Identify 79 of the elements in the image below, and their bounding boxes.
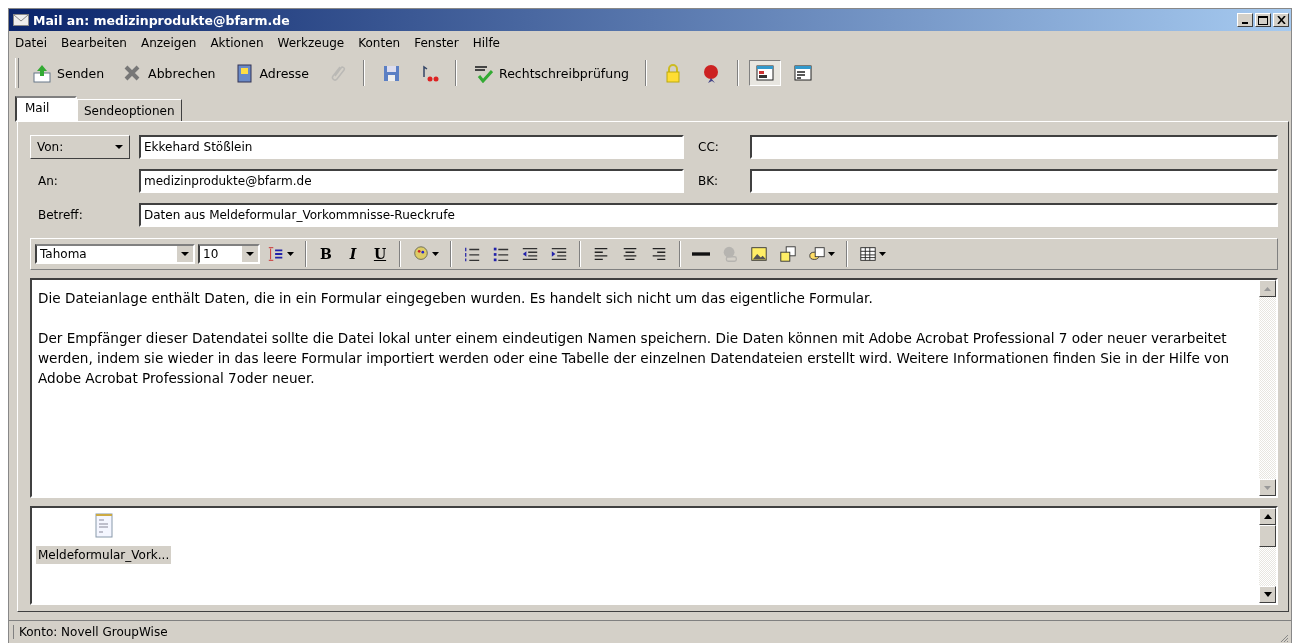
status-text: Konto: Novell GroupWise [13, 625, 168, 639]
tab[interactable]: Mail [15, 96, 77, 122]
input-field[interactable]: Daten aus Meldeformular_Vorkommnisse-Rueckrufe [139, 203, 1278, 227]
input-field[interactable] [750, 135, 1278, 159]
scroll-up-icon [1264, 286, 1271, 291]
table-icon [859, 245, 877, 263]
align-center-icon [621, 245, 639, 263]
close-icon [1276, 16, 1286, 24]
padlock-icon [663, 63, 683, 83]
body-paragraph: Der Empfänger dieser Datendatei sollte die Datei lokal unter einem eindeutigen Namen speichern. Die Daten können mit Adobe Acrobat Professional 7 oder neuer verarbeitet werden, indem sie wieder in das leere Formular importiert werden oder eine Tabelle der einzelnen Datendateien erstellt wird. Weitere Informationen finden Sie in der Hilfe von Adobe Acrobat Professional 7oder neuer. [38, 329, 1231, 388]
tab[interactable]: Sendeoptionen [77, 99, 182, 121]
image-icon [750, 245, 768, 263]
field-label: An: [37, 174, 59, 188]
layout-icon [755, 63, 775, 83]
align-right-icon [650, 245, 668, 263]
scroll-thumb[interactable] [1259, 525, 1276, 547]
caret-icon [432, 252, 439, 256]
menu-item[interactable]: Hilfe [472, 36, 500, 50]
menu-item[interactable]: Fenster [414, 36, 459, 50]
horizontal-line-icon [692, 252, 710, 256]
menu-item[interactable]: Werkzeuge [277, 36, 345, 50]
outdent-icon [521, 245, 539, 263]
bold-button[interactable]: B [314, 244, 338, 264]
scroll-up-icon [1263, 514, 1272, 519]
menu-item[interactable]: Anzeigen [140, 36, 197, 50]
wax-seal-icon [701, 63, 721, 83]
size-dropdown[interactable]: 10 [198, 244, 260, 264]
field-label: CC: [697, 140, 720, 154]
indent-icon [550, 245, 568, 263]
toolbar-button[interactable]: Adresse [227, 60, 316, 86]
color-palette-icon [412, 245, 430, 263]
scroll-down-icon [1264, 485, 1271, 490]
input-field[interactable]: Ekkehard Stößlein [139, 135, 684, 159]
field-label: Betreff: [37, 208, 84, 222]
caret-icon [879, 252, 886, 256]
from-dropdown[interactable]: Von: [30, 135, 130, 159]
menu-item[interactable]: Konten [358, 36, 401, 50]
underline-button[interactable]: U [368, 244, 392, 264]
toolbar-button[interactable]: Abbrechen [116, 60, 222, 86]
caret-icon [246, 252, 254, 256]
font-dropdown[interactable]: Tahoma [35, 244, 195, 264]
scrollbar[interactable] [1259, 280, 1276, 496]
caret-icon [115, 145, 123, 149]
shape-icon [808, 245, 826, 263]
message-body[interactable] [30, 278, 1278, 498]
numbered-list-icon [267, 245, 285, 263]
layout-icon [793, 63, 813, 83]
close-button[interactable] [1273, 13, 1289, 27]
attachment-item[interactable]: Meldeformular_Vork... [36, 512, 172, 564]
maximize-button[interactable] [1255, 13, 1271, 27]
minimize-button[interactable] [1237, 13, 1253, 27]
body-paragraph: Die Dateianlage enthält Daten, die in ein Formular eingegeben wurden. Es handelt sich nicht um das eigentliche Formular. [38, 289, 874, 308]
italic-button[interactable]: I [341, 244, 365, 264]
input-field[interactable] [750, 169, 1278, 193]
layout-button[interactable] [749, 60, 781, 86]
menu-item[interactable]: Bearbeiten [61, 36, 127, 50]
scroll-down-icon [1263, 592, 1272, 597]
numbered-list-icon [463, 245, 481, 263]
send-icon [31, 63, 51, 83]
images-icon [779, 245, 797, 263]
spellcheck-icon [473, 63, 494, 83]
caret-icon [287, 252, 294, 256]
input-field[interactable]: medizinprodukte@bfarm.de [139, 169, 684, 193]
menu-item[interactable]: Aktionen [210, 36, 264, 50]
field-label: BK: [697, 174, 720, 188]
attachment-name: Meldeformular_Vork... [36, 546, 172, 564]
toolbar-button[interactable]: Senden [25, 60, 111, 86]
caret-icon [181, 252, 189, 256]
notepad-icon [94, 512, 113, 538]
scrollbar[interactable] [1259, 508, 1276, 603]
window-title: Mail an: medizinprodukte@bfarm.de [33, 12, 291, 28]
caret-icon [828, 252, 835, 256]
menu-item[interactable]: Datei [15, 36, 47, 50]
save-icon [381, 63, 402, 83]
maximize-icon [1258, 15, 1268, 25]
toolbar-button[interactable]: Rechtschreibprüfung [467, 60, 635, 86]
align-left-icon [592, 245, 610, 263]
envelope-icon [13, 14, 29, 26]
bullet-list-icon [492, 245, 510, 263]
